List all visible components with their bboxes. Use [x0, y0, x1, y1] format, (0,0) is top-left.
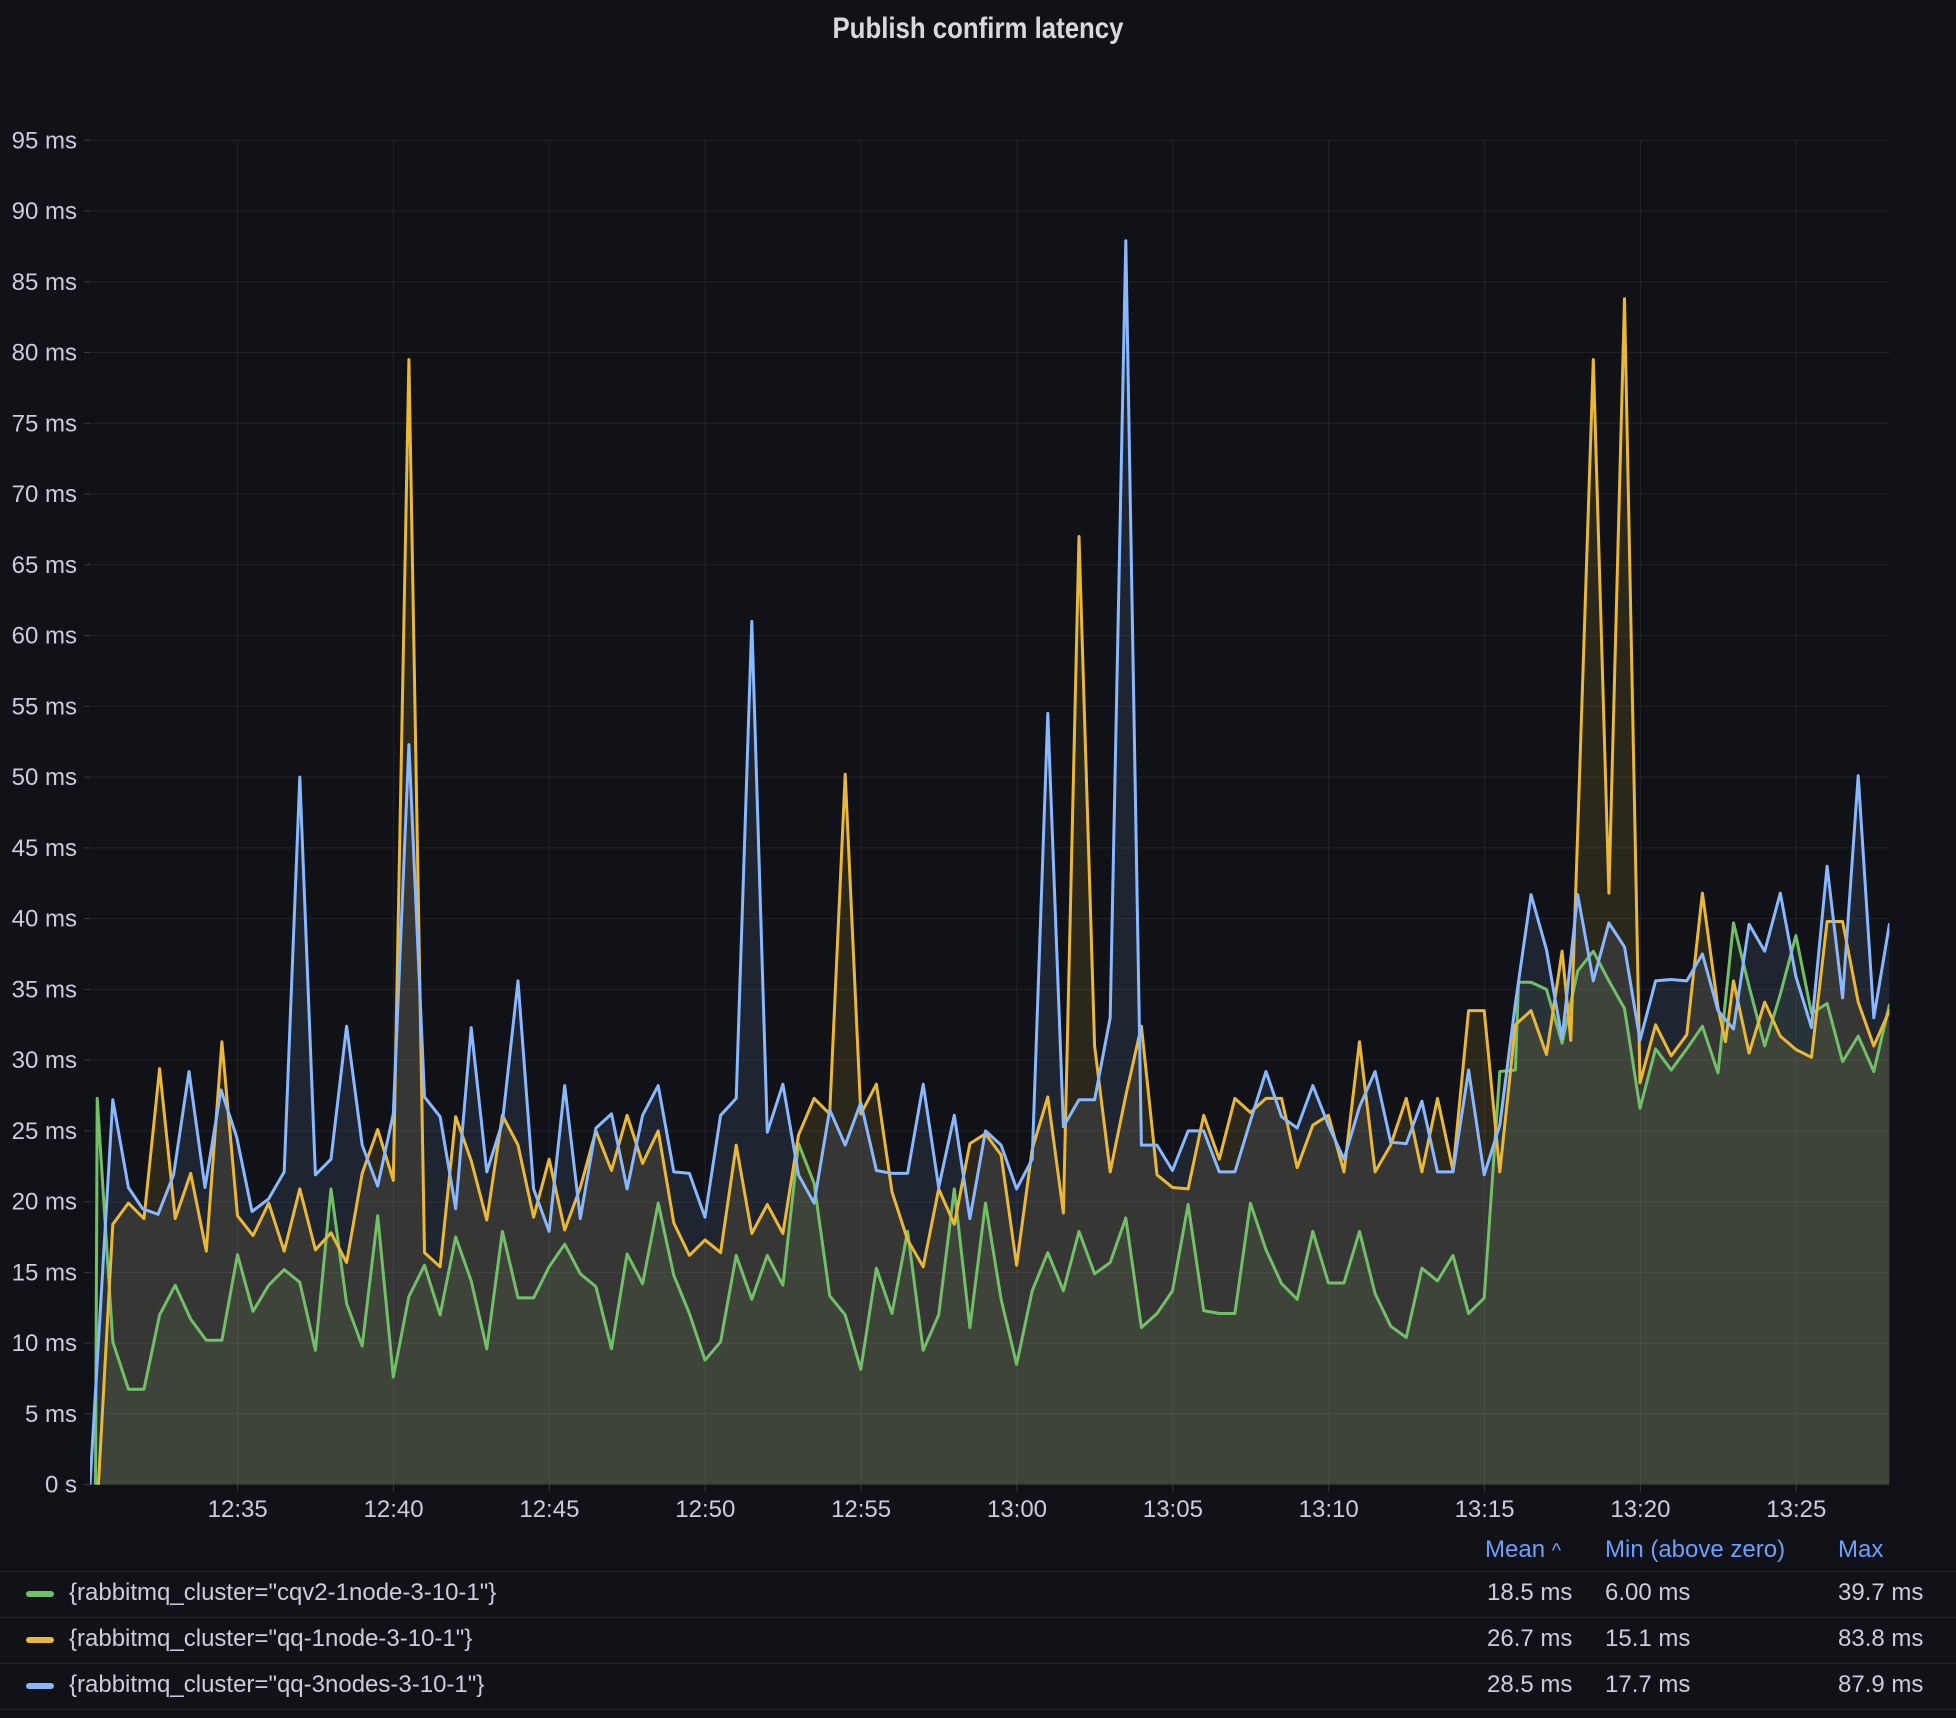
svg-text:12:45: 12:45 — [519, 1496, 579, 1523]
svg-text:70 ms: 70 ms — [12, 481, 77, 508]
svg-text:12:40: 12:40 — [364, 1496, 424, 1523]
svg-text:12:50: 12:50 — [675, 1496, 735, 1523]
svg-text:65 ms: 65 ms — [12, 552, 77, 579]
svg-text:95 ms: 95 ms — [12, 127, 77, 154]
svg-text:45 ms: 45 ms — [12, 835, 77, 862]
svg-text:10 ms: 10 ms — [12, 1330, 77, 1357]
svg-text:20 ms: 20 ms — [12, 1189, 77, 1216]
svg-text:40 ms: 40 ms — [12, 906, 77, 933]
svg-text:13:20: 13:20 — [1610, 1496, 1670, 1523]
svg-text:60 ms: 60 ms — [12, 623, 77, 650]
svg-text:90 ms: 90 ms — [12, 198, 77, 225]
svg-text:30 ms: 30 ms — [12, 1047, 77, 1074]
svg-text:15 ms: 15 ms — [12, 1259, 77, 1286]
svg-text:25 ms: 25 ms — [12, 1118, 77, 1145]
svg-text:13:00: 13:00 — [987, 1496, 1047, 1523]
svg-text:12:55: 12:55 — [831, 1496, 891, 1523]
svg-text:50 ms: 50 ms — [12, 764, 77, 791]
svg-text:35 ms: 35 ms — [12, 976, 77, 1003]
svg-text:0 s: 0 s — [45, 1472, 77, 1499]
svg-text:75 ms: 75 ms — [12, 410, 77, 437]
svg-text:13:10: 13:10 — [1299, 1496, 1359, 1523]
svg-text:55 ms: 55 ms — [12, 693, 77, 720]
svg-text:80 ms: 80 ms — [12, 340, 77, 367]
svg-text:5 ms: 5 ms — [25, 1401, 77, 1428]
svg-text:12:35: 12:35 — [208, 1496, 268, 1523]
svg-text:13:15: 13:15 — [1455, 1496, 1515, 1523]
svg-text:13:05: 13:05 — [1143, 1496, 1203, 1523]
svg-text:13:25: 13:25 — [1766, 1496, 1826, 1523]
svg-text:85 ms: 85 ms — [12, 269, 77, 296]
